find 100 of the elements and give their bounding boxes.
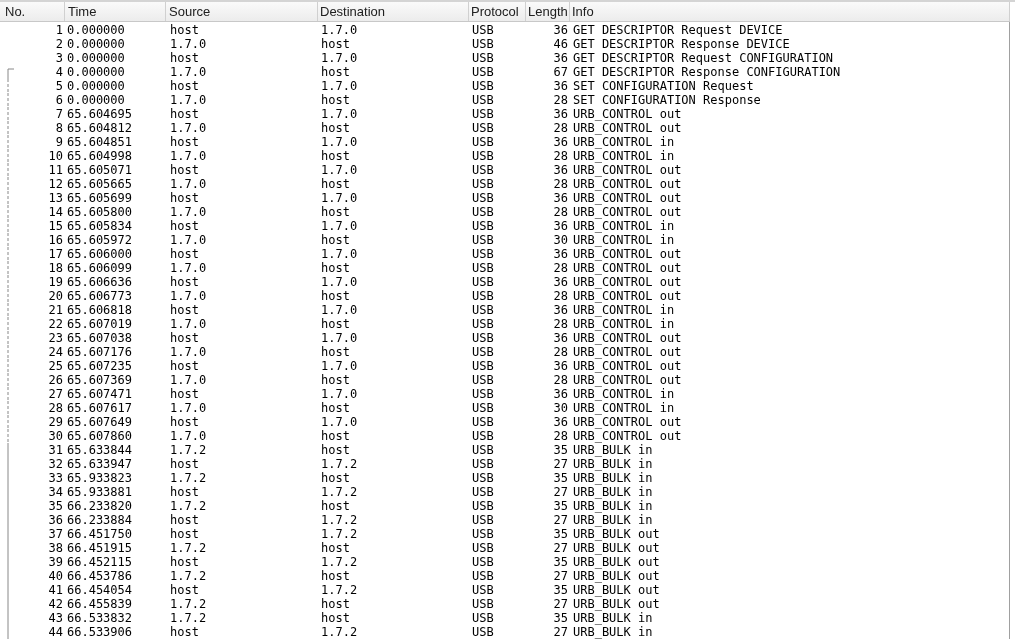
packet-info: URB_BULK out bbox=[573, 583, 660, 597]
packet-number: 33 bbox=[48, 471, 63, 485]
packet-destination: 1.7.0 bbox=[321, 219, 358, 233]
packet-length: 27 bbox=[553, 513, 568, 527]
packet-source: host bbox=[170, 625, 199, 639]
packet-destination: host bbox=[321, 149, 350, 163]
packet-info: URB_BULK in bbox=[573, 625, 653, 639]
packet-length: 36 bbox=[553, 415, 568, 429]
packet-info: URB_CONTROL in bbox=[573, 317, 675, 331]
packet-source: 1.7.2 bbox=[170, 443, 207, 457]
packet-time: 65.607176 bbox=[67, 345, 133, 359]
packet-length: 46 bbox=[553, 37, 568, 51]
packet-source: 1.7.2 bbox=[170, 471, 207, 485]
packet-info: URB_CONTROL out bbox=[573, 331, 682, 345]
packet-destination: host bbox=[321, 65, 350, 79]
packet-destination: 1.7.2 bbox=[321, 625, 358, 639]
packet-destination: 1.7.0 bbox=[321, 359, 358, 373]
packet-time: 65.606636 bbox=[67, 275, 133, 289]
packet-info: URB_BULK in bbox=[573, 611, 653, 625]
packet-length: 35 bbox=[553, 443, 568, 457]
packet-info: URB_BULK in bbox=[573, 513, 653, 527]
packet-info: URB_BULK in bbox=[573, 471, 653, 485]
packet-protocol: USB bbox=[472, 23, 494, 37]
packet-source: host bbox=[170, 555, 199, 569]
packet-info: URB_CONTROL out bbox=[573, 415, 682, 429]
packet-info: URB_BULK out bbox=[573, 597, 660, 611]
packet-time: 0.000000 bbox=[67, 51, 125, 65]
packet-number: 34 bbox=[48, 485, 63, 499]
packet-protocol: USB bbox=[472, 331, 494, 345]
packet-number: 8 bbox=[55, 121, 63, 135]
packet-time: 65.633844 bbox=[67, 443, 133, 457]
packet-info: URB_BULK out bbox=[573, 555, 660, 569]
packet-source: host bbox=[170, 415, 199, 429]
packet-info: URB_CONTROL out bbox=[573, 373, 682, 387]
column-header[interactable]: No. bbox=[0, 2, 65, 21]
packet-number: 13 bbox=[48, 191, 63, 205]
packet-info: SET CONFIGURATION Request bbox=[573, 79, 754, 93]
packet-destination: 1.7.0 bbox=[321, 415, 358, 429]
packet-time: 65.607617 bbox=[67, 401, 133, 415]
packet-time: 66.233820 bbox=[67, 499, 133, 513]
packet-time: 0.000000 bbox=[67, 79, 125, 93]
packet-destination: 1.7.0 bbox=[321, 163, 358, 177]
packet-length: 36 bbox=[553, 219, 568, 233]
packet-source: host bbox=[170, 387, 199, 401]
packet-info: URB_BULK in bbox=[573, 443, 653, 457]
packet-source: host bbox=[170, 457, 199, 471]
packet-time: 65.606818 bbox=[67, 303, 133, 317]
packet-time: 65.633947 bbox=[67, 457, 133, 471]
packet-protocol: USB bbox=[472, 345, 494, 359]
packet-info: URB_CONTROL in bbox=[573, 219, 675, 233]
column-header[interactable]: Protocol bbox=[469, 2, 526, 21]
packet-source: 1.7.0 bbox=[170, 401, 207, 415]
packet-time: 66.233884 bbox=[67, 513, 133, 527]
packet-destination: 1.7.0 bbox=[321, 23, 358, 37]
packet-time: 0.000000 bbox=[67, 65, 125, 79]
packet-time: 65.605800 bbox=[67, 205, 133, 219]
packet-source: host bbox=[170, 51, 199, 65]
packet-info: URB_CONTROL out bbox=[573, 345, 682, 359]
packet-number: 15 bbox=[48, 219, 63, 233]
packet-time: 66.452115 bbox=[67, 555, 133, 569]
packet-info: URB_CONTROL out bbox=[573, 205, 682, 219]
packet-protocol: USB bbox=[472, 135, 494, 149]
packet-length: 36 bbox=[553, 79, 568, 93]
packet-time: 0.000000 bbox=[67, 23, 125, 37]
packet-number: 43 bbox=[48, 611, 63, 625]
packet-length: 35 bbox=[553, 555, 568, 569]
packet-destination: 1.7.0 bbox=[321, 387, 358, 401]
packet-source: 1.7.2 bbox=[170, 499, 207, 513]
packet-protocol: USB bbox=[472, 205, 494, 219]
column-header[interactable]: Destination bbox=[318, 2, 469, 21]
packet-protocol: USB bbox=[472, 583, 494, 597]
packet-source: 1.7.0 bbox=[170, 429, 207, 443]
packet-info: GET DESCRIPTOR Request DEVICE bbox=[573, 23, 783, 37]
packet-time: 66.451750 bbox=[67, 527, 133, 541]
packet-time: 65.607649 bbox=[67, 415, 133, 429]
packet-source: 1.7.0 bbox=[170, 121, 207, 135]
packet-source: 1.7.2 bbox=[170, 611, 207, 625]
packet-length: 28 bbox=[553, 177, 568, 191]
packet-info: URB_CONTROL out bbox=[573, 191, 682, 205]
packet-info: URB_CONTROL out bbox=[573, 261, 682, 275]
packet-info: URB_BULK out bbox=[573, 541, 660, 555]
packet-destination: host bbox=[321, 177, 350, 191]
packet-source: host bbox=[170, 527, 199, 541]
packet-protocol: USB bbox=[472, 541, 494, 555]
column-header[interactable]: Length bbox=[526, 2, 570, 21]
column-header[interactable]: Source bbox=[166, 2, 318, 21]
packet-info: URB_BULK in bbox=[573, 499, 653, 513]
packet-info: URB_CONTROL in bbox=[573, 401, 675, 415]
packet-number: 29 bbox=[48, 415, 63, 429]
packet-number: 30 bbox=[48, 429, 63, 443]
column-header[interactable]: Time bbox=[65, 2, 166, 21]
packet-protocol: USB bbox=[472, 401, 494, 415]
packet-destination: host bbox=[321, 373, 350, 387]
packet-info: URB_CONTROL out bbox=[573, 289, 682, 303]
packet-destination: host bbox=[321, 443, 350, 457]
packet-time: 65.607019 bbox=[67, 317, 133, 331]
packet-source: host bbox=[170, 359, 199, 373]
packet-info: URB_BULK in bbox=[573, 457, 653, 471]
packet-source: host bbox=[170, 163, 199, 177]
column-header[interactable]: Info bbox=[570, 2, 1010, 21]
